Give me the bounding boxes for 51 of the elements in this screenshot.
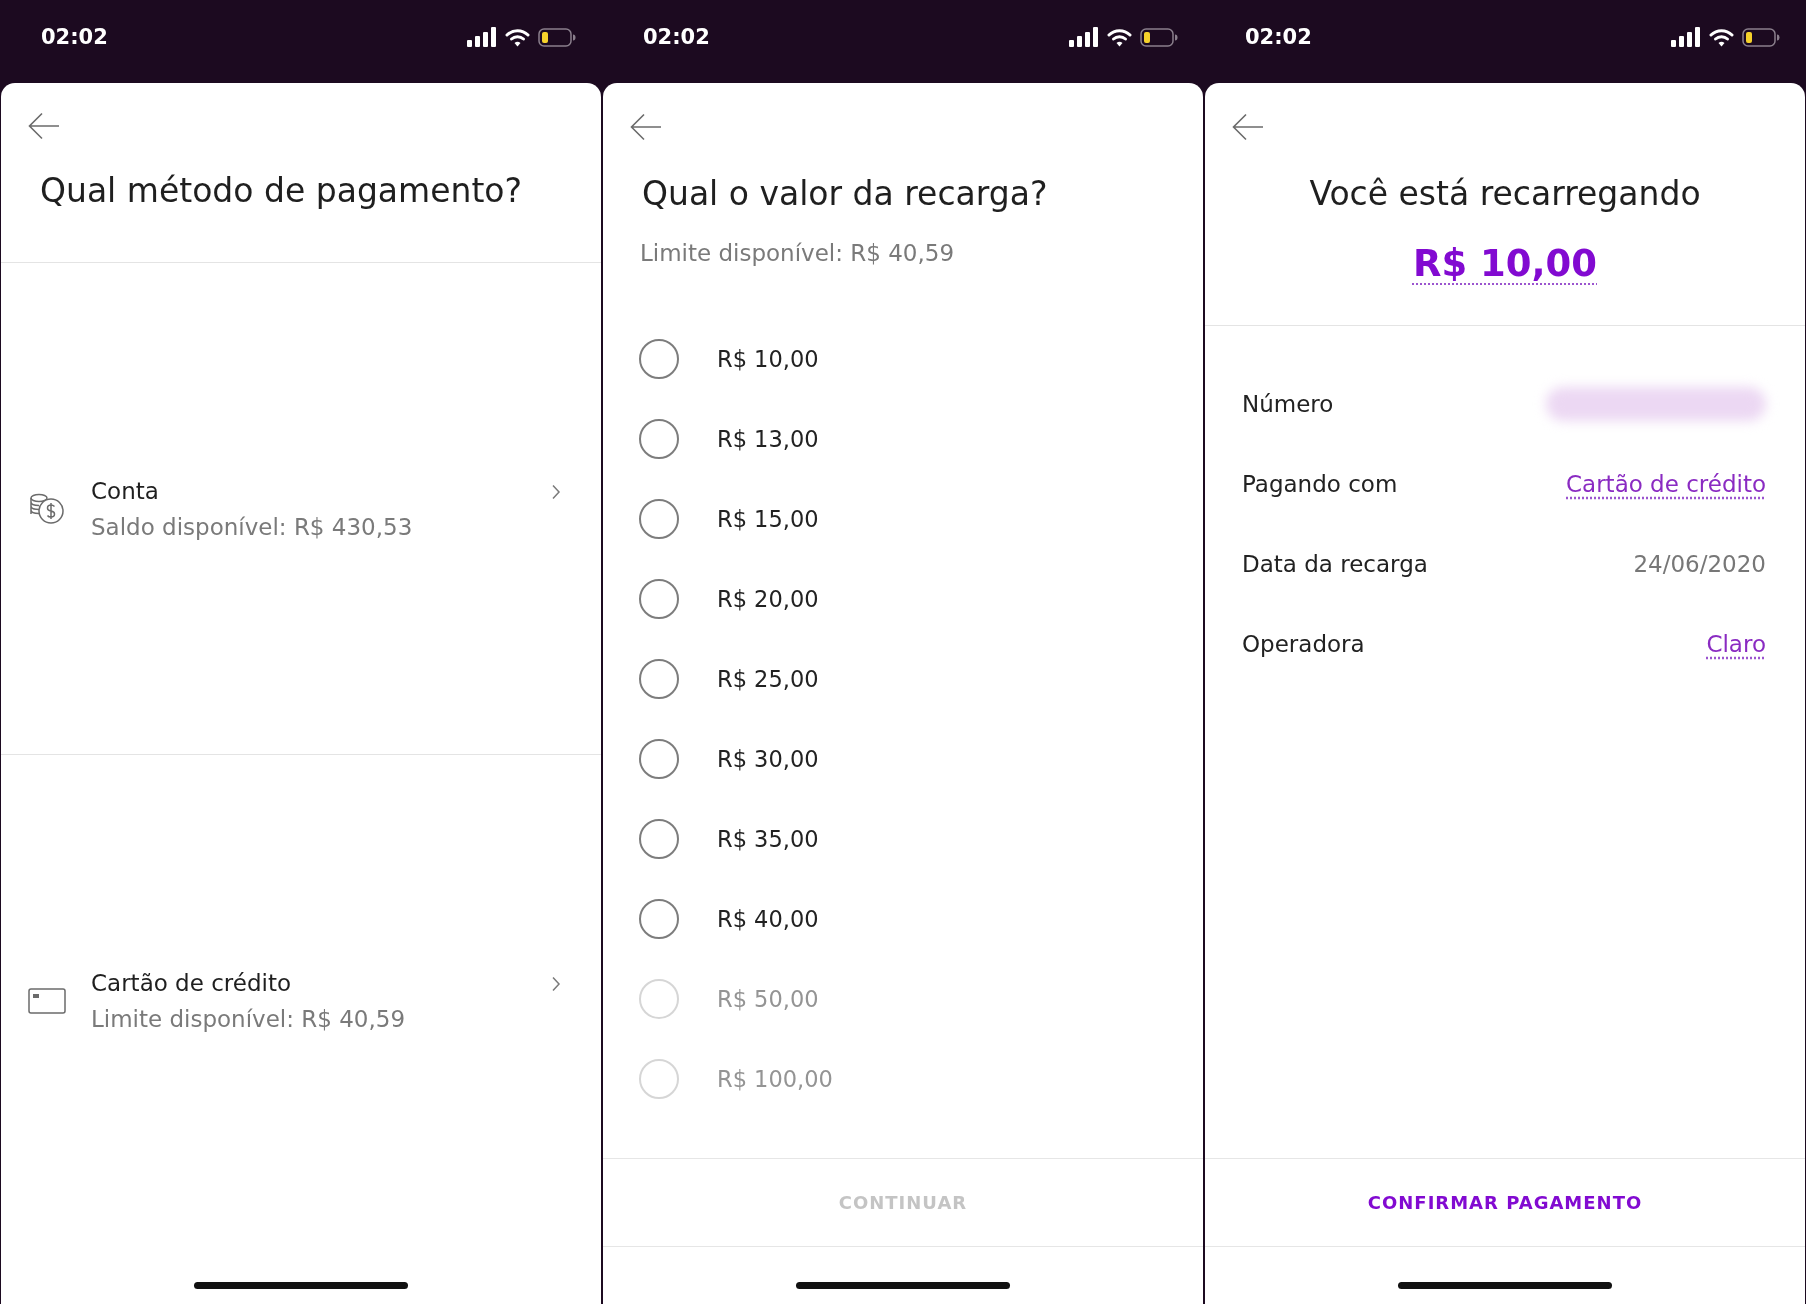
chevron-icon[interactable] (551, 976, 561, 992)
screen-title: Qual método de pagamento? (40, 171, 523, 211)
method-detail: Limite disponível: R$ 40,59 (91, 1005, 406, 1034)
signal-icon (467, 27, 497, 47)
radio-button[interactable] (639, 419, 679, 459)
amount-option[interactable]: R$ 35,00 (639, 819, 819, 859)
chevron-icon[interactable] (551, 483, 561, 500)
radio-button[interactable] (639, 899, 679, 939)
signal-icon (1069, 27, 1099, 47)
detail-label: Data da recarga (1242, 551, 1428, 577)
method-detail: Saldo disponível: R$ 430,53 (91, 512, 413, 542)
radio-button[interactable] (639, 739, 679, 779)
status-time: 02:02 (41, 24, 108, 50)
back-arrow-icon[interactable] (1232, 113, 1264, 141)
amount-option[interactable]: R$ 20,00 (639, 579, 819, 619)
battery-icon (1742, 27, 1780, 47)
method-name[interactable]: Conta (91, 472, 159, 509)
radio-button[interactable] (639, 819, 679, 859)
detail-link[interactable]: Cartão de crédito (1566, 471, 1766, 497)
amount-option[interactable]: R$ 10,00 (639, 339, 819, 379)
radio-button[interactable] (639, 659, 679, 699)
radio-button[interactable] (639, 339, 679, 379)
back-arrow-icon[interactable] (28, 111, 60, 140)
amount-option[interactable]: R$ 15,00 (639, 499, 819, 539)
limit-text: Limite disponível: R$ 40,59 (640, 239, 955, 268)
amount-option[interactable]: R$ 30,00 (639, 739, 819, 779)
coins-icon (29, 492, 65, 525)
detail-value: 24/06/2020 (1633, 551, 1766, 577)
signal-icon (1671, 27, 1701, 47)
credit-card-icon (28, 988, 66, 1014)
wifi-icon (1709, 27, 1734, 47)
battery-icon (538, 27, 576, 47)
battery-icon (1140, 27, 1178, 47)
radio-button[interactable] (639, 579, 679, 619)
wifi-icon (505, 27, 530, 47)
screen-title: Você está recarregando (1309, 174, 1701, 214)
wifi-icon (1107, 27, 1132, 47)
back-arrow-icon[interactable] (630, 113, 662, 141)
detail-label: Pagando com (1242, 471, 1398, 497)
method-name[interactable]: Cartão de crédito (91, 965, 291, 1001)
recharge-amount: R$ 10,00 (1412, 241, 1598, 287)
amount-option[interactable]: R$ 40,00 (639, 899, 819, 939)
detail-link[interactable]: Claro (1706, 631, 1766, 657)
radio-button[interactable] (639, 499, 679, 539)
status-time: 02:02 (643, 24, 710, 50)
status-time: 02:02 (1245, 24, 1312, 50)
amount-option[interactable]: R$ 25,00 (639, 659, 819, 699)
screen-title: Qual o valor da recarga? (642, 174, 1048, 214)
detail-label: Número (1242, 391, 1334, 417)
amount-option[interactable]: R$ 13,00 (639, 419, 819, 459)
detail-label: Operadora (1242, 631, 1365, 657)
